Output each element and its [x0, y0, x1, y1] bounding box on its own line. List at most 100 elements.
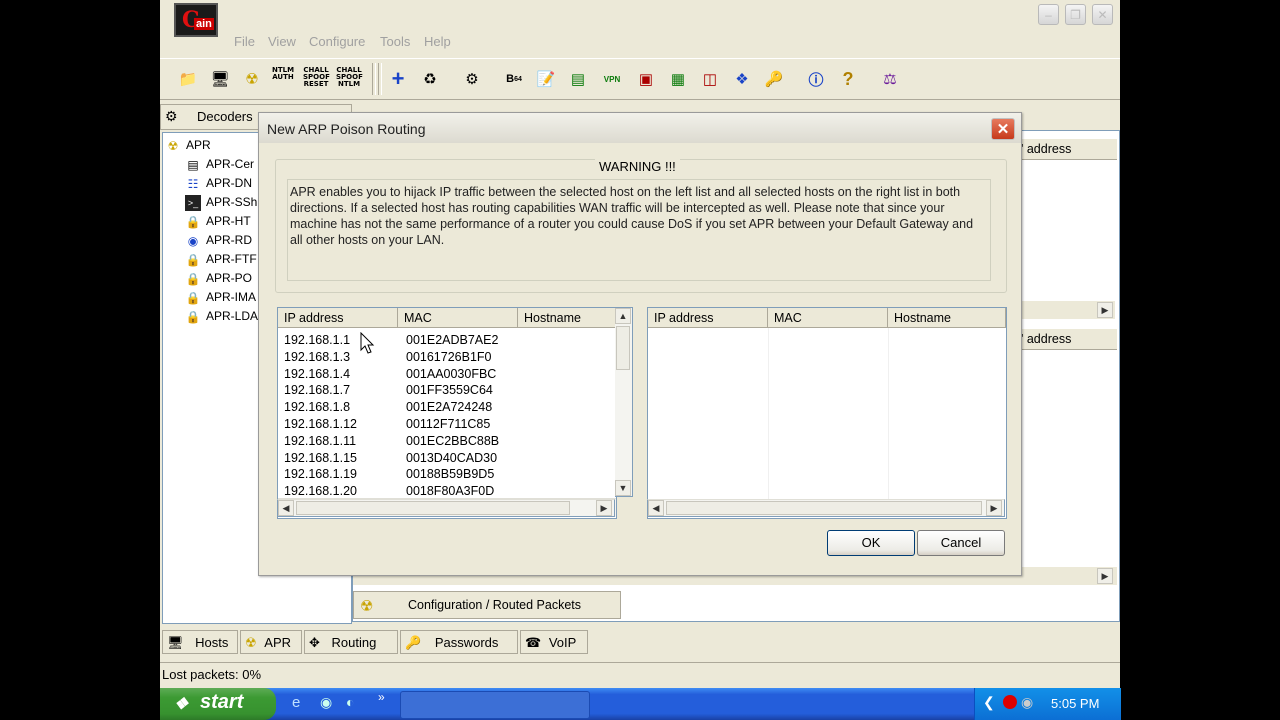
- add-icon[interactable]: +: [386, 66, 410, 91]
- tab-routing[interactable]: ✥ Routing: [304, 630, 398, 654]
- scroll-left-icon[interactable]: ◀: [278, 500, 294, 516]
- column-header-mac[interactable]: MAC: [398, 308, 518, 328]
- recycle-icon[interactable]: ♻: [418, 67, 442, 91]
- row-ip[interactable]: 192.168.1.11: [284, 433, 356, 450]
- scroll-up-icon[interactable]: ▲: [615, 308, 631, 324]
- column-header-hostname[interactable]: Hostname: [518, 308, 616, 328]
- menu-view[interactable]: View: [268, 34, 296, 49]
- row-mac[interactable]: 00188B59B9D5: [406, 466, 494, 483]
- left-horizontal-scrollbar[interactable]: ◀ ▶: [277, 499, 615, 517]
- close-window-button[interactable]: ✕: [1092, 4, 1113, 25]
- rsa-icon[interactable]: ◫: [698, 67, 722, 91]
- tree-item-apr-cert[interactable]: ▤ APR-Cer: [185, 157, 254, 176]
- menu-help[interactable]: Help: [424, 34, 451, 49]
- ie-icon[interactable]: e: [292, 694, 300, 711]
- column-header-mac[interactable]: MAC: [768, 308, 888, 328]
- info-icon[interactable]: ⓘ: [804, 67, 828, 91]
- row-mac[interactable]: 0013D40CAD30: [406, 450, 497, 467]
- quicklaunch-icon[interactable]: ◐: [346, 694, 354, 710]
- calculator-icon[interactable]: 📝: [534, 67, 558, 91]
- traceroute-icon[interactable]: ▤: [566, 67, 590, 91]
- wireless-icon[interactable]: ❖: [730, 67, 754, 91]
- voip-icon: ☎: [525, 635, 542, 650]
- scroll-thumb[interactable]: [616, 326, 630, 370]
- menu-configure[interactable]: Configure: [309, 34, 365, 49]
- row-ip[interactable]: 192.168.1.1: [284, 332, 350, 349]
- scroll-thumb[interactable]: [666, 501, 982, 515]
- maximize-button[interactable]: ❐: [1065, 4, 1086, 25]
- tab-passwords[interactable]: 🔑 Passwords: [400, 630, 518, 654]
- chall-spoof-ntlm-icon[interactable]: CHALL SPOOF NTLM: [336, 67, 363, 91]
- scroll-right-icon[interactable]: ▶: [1097, 302, 1113, 318]
- sniffer-icon[interactable]: 🖥: [208, 67, 232, 91]
- mac-icon[interactable]: ▣: [634, 67, 658, 91]
- row-mac[interactable]: 00112F711C85: [406, 416, 490, 433]
- key-icon[interactable]: 🔑: [762, 67, 786, 91]
- tree-item-apr[interactable]: ☢ APR: [165, 138, 211, 157]
- cancel-button[interactable]: Cancel: [917, 530, 1005, 556]
- row-mac[interactable]: 00161726B1F0: [406, 349, 492, 366]
- right-horizontal-scrollbar[interactable]: ◀ ▶: [647, 499, 1005, 517]
- open-folder-icon[interactable]: 📁: [176, 67, 200, 91]
- start-button[interactable]: ❖ start: [160, 688, 276, 720]
- menu-file[interactable]: File: [234, 34, 255, 49]
- lower-ip-address-header[interactable]: ' address: [1021, 332, 1071, 346]
- row-mac[interactable]: 001E2A724248: [406, 399, 492, 416]
- ok-button[interactable]: OK: [827, 530, 915, 556]
- right-host-list[interactable]: IP address MAC Hostname: [647, 307, 1007, 519]
- scroll-left-icon[interactable]: ◀: [648, 500, 664, 516]
- row-mac[interactable]: 001EC2BBC88B: [406, 433, 499, 450]
- row-ip[interactable]: 192.168.1.3: [284, 349, 350, 366]
- scroll-right-icon[interactable]: ▶: [986, 500, 1002, 516]
- taskbar-window-button[interactable]: [400, 691, 590, 719]
- scroll-down-icon[interactable]: ▼: [615, 480, 631, 496]
- tree-item-apr-dns[interactable]: ☷ APR-DN: [185, 176, 252, 195]
- tray-record-icon[interactable]: [1003, 695, 1017, 709]
- scroll-right-icon[interactable]: ▶: [596, 500, 612, 516]
- scroll-right-icon[interactable]: ▶: [1097, 568, 1113, 584]
- config-routed-packets-tab[interactable]: ☢ Configuration / Routed Packets: [353, 591, 621, 619]
- dialog-close-icon[interactable]: ✕: [991, 118, 1015, 140]
- row-ip[interactable]: 192.168.1.12: [284, 416, 357, 433]
- menu-tools[interactable]: Tools: [380, 34, 410, 49]
- minimize-button[interactable]: –: [1038, 4, 1059, 25]
- tree-item-apr-https[interactable]: 🔒 APR-HT: [185, 214, 251, 233]
- row-ip[interactable]: 192.168.1.19: [284, 466, 357, 483]
- row-ip[interactable]: 192.168.1.7: [284, 382, 350, 399]
- row-mac[interactable]: 001AA0030FBC: [406, 366, 496, 383]
- row-mac[interactable]: 001FF3559C64: [406, 382, 493, 399]
- column-header-ip[interactable]: IP address: [278, 308, 398, 328]
- column-header-ip[interactable]: IP address: [648, 308, 768, 328]
- decoder-icon[interactable]: ⚙: [460, 67, 484, 91]
- scroll-thumb[interactable]: [296, 501, 570, 515]
- tray-expand-icon[interactable]: ❮: [983, 694, 995, 711]
- tree-item-apr-rdp[interactable]: ◉ APR-RD: [185, 233, 252, 252]
- column-header-hostname[interactable]: Hostname: [888, 308, 1006, 328]
- vpn-icon[interactable]: VPN: [600, 67, 624, 91]
- exit-icon[interactable]: ⚖: [878, 67, 902, 91]
- tray-volume-icon[interactable]: ◉: [1021, 694, 1033, 711]
- media-player-icon[interactable]: ◉: [320, 694, 332, 711]
- row-ip[interactable]: 192.168.1.8: [284, 399, 350, 416]
- hash-icon[interactable]: ▦: [666, 67, 690, 91]
- left-host-list[interactable]: IP address MAC Hostname 192.168.1.1 001E2…: [277, 307, 617, 519]
- help-icon[interactable]: ?: [836, 67, 860, 91]
- tree-item-apr-ldaps[interactable]: 🔒 APR-LDA: [185, 309, 259, 328]
- tree-item-apr-pop3s[interactable]: 🔒 APR-PO: [185, 271, 253, 290]
- tree-item-apr-imaps[interactable]: 🔒 APR-IMA: [185, 290, 257, 309]
- upper-ip-address-header[interactable]: ' address: [1021, 142, 1071, 156]
- row-mac[interactable]: 001E2ADB7AE2: [406, 332, 498, 349]
- apr-radiation-icon[interactable]: ☢: [240, 67, 264, 91]
- tab-apr[interactable]: ☢ APR: [240, 630, 302, 654]
- row-ip[interactable]: 192.168.1.15: [284, 450, 357, 467]
- ntlm-auth-icon[interactable]: NTLM AUTH: [270, 67, 296, 91]
- left-vertical-scrollbar[interactable]: ▲ ▼: [615, 307, 633, 497]
- base64-icon[interactable]: B 64: [502, 67, 526, 91]
- chall-spoof-reset-icon[interactable]: CHALL SPOOF RESET: [303, 67, 330, 91]
- chevron-right-icon[interactable]: »: [378, 690, 385, 704]
- tab-voip[interactable]: ☎ VoIP: [520, 630, 588, 654]
- tree-item-apr-ftps[interactable]: 🔒 APR-FTF: [185, 252, 257, 271]
- row-ip[interactable]: 192.168.1.4: [284, 366, 350, 383]
- tree-item-apr-ssh[interactable]: >_ APR-SSh: [185, 195, 257, 214]
- tab-hosts[interactable]: 🖥 Hosts: [162, 630, 238, 654]
